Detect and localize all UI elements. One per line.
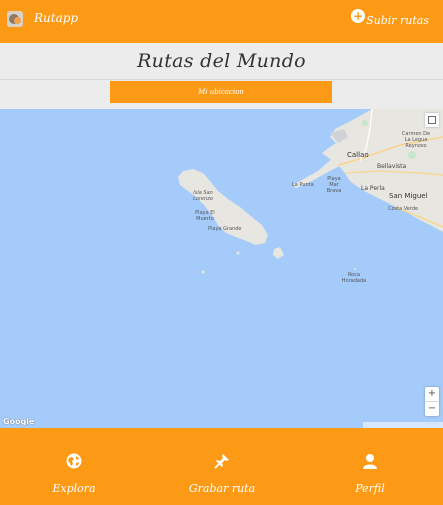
nav-tab-grabar-ruta[interactable]: Grabar ruta [148, 428, 296, 505]
nav-label-grabar-ruta: Grabar ruta [188, 482, 256, 495]
map-label-playa-grande: Playa Grande [208, 226, 242, 232]
upload-routes-button[interactable]: + Subir rutas [351, 9, 429, 30]
nav-tab-explora[interactable]: Explora [0, 428, 148, 505]
fullscreen-button[interactable] [425, 113, 439, 127]
map-label-roca-horadada: Roca Horadada [341, 272, 367, 284]
zoom-out-button[interactable]: − [425, 402, 439, 416]
divider [0, 79, 443, 80]
globe-icon [0, 453, 148, 471]
bottom-nav: Explora Grabar ruta Perfil [0, 428, 443, 505]
map-label-carmen-de-la-legua: Carmen De La Legua Reynoso [401, 131, 431, 149]
map-label-la-punta: La Punta [292, 182, 314, 188]
app-name[interactable]: Rutapp [34, 11, 78, 25]
map-label-san-miguel: San Miguel [389, 192, 428, 200]
islet [273, 247, 284, 259]
google-attribution[interactable]: Google [3, 417, 34, 426]
my-location-button[interactable]: Mi ubicacion [110, 81, 332, 103]
zoom-control: + − [425, 387, 439, 416]
plus-circle-icon: + [351, 9, 366, 23]
map-label-costa-verde: Costa Verde [388, 206, 419, 212]
map[interactable]: Callao La Punta Playa Mar Brava Bellavis… [0, 109, 443, 428]
mainland [322, 109, 443, 232]
zoom-in-button[interactable]: + [425, 387, 439, 401]
pin-icon [148, 453, 296, 471]
map-label-bellavista: Bellavista [377, 163, 407, 170]
top-bar: Rutapp + Subir rutas [0, 0, 443, 43]
nav-label-explora: Explora [52, 482, 96, 495]
nav-tab-perfil[interactable]: Perfil [296, 428, 443, 505]
map-label-playa-mar-brava: Playa Mar Brava [326, 176, 342, 194]
map-label-playa-el-muerto: Playa El Muerto [195, 210, 215, 222]
map-canvas [178, 109, 443, 274]
map-label-callao: Callao [347, 151, 369, 159]
nav-label-perfil: Perfil [355, 482, 385, 495]
map-label-la-perla: La Perla [361, 185, 385, 192]
upload-routes-label: Subir rutas [366, 13, 429, 27]
page-title: Rutas del Mundo [137, 50, 306, 72]
app-logo[interactable] [7, 11, 23, 27]
map-label-isla-san-lorenzo: Isla San Lorenzo [193, 190, 213, 202]
user-icon [296, 453, 443, 471]
isla-san-lorenzo [178, 169, 268, 245]
